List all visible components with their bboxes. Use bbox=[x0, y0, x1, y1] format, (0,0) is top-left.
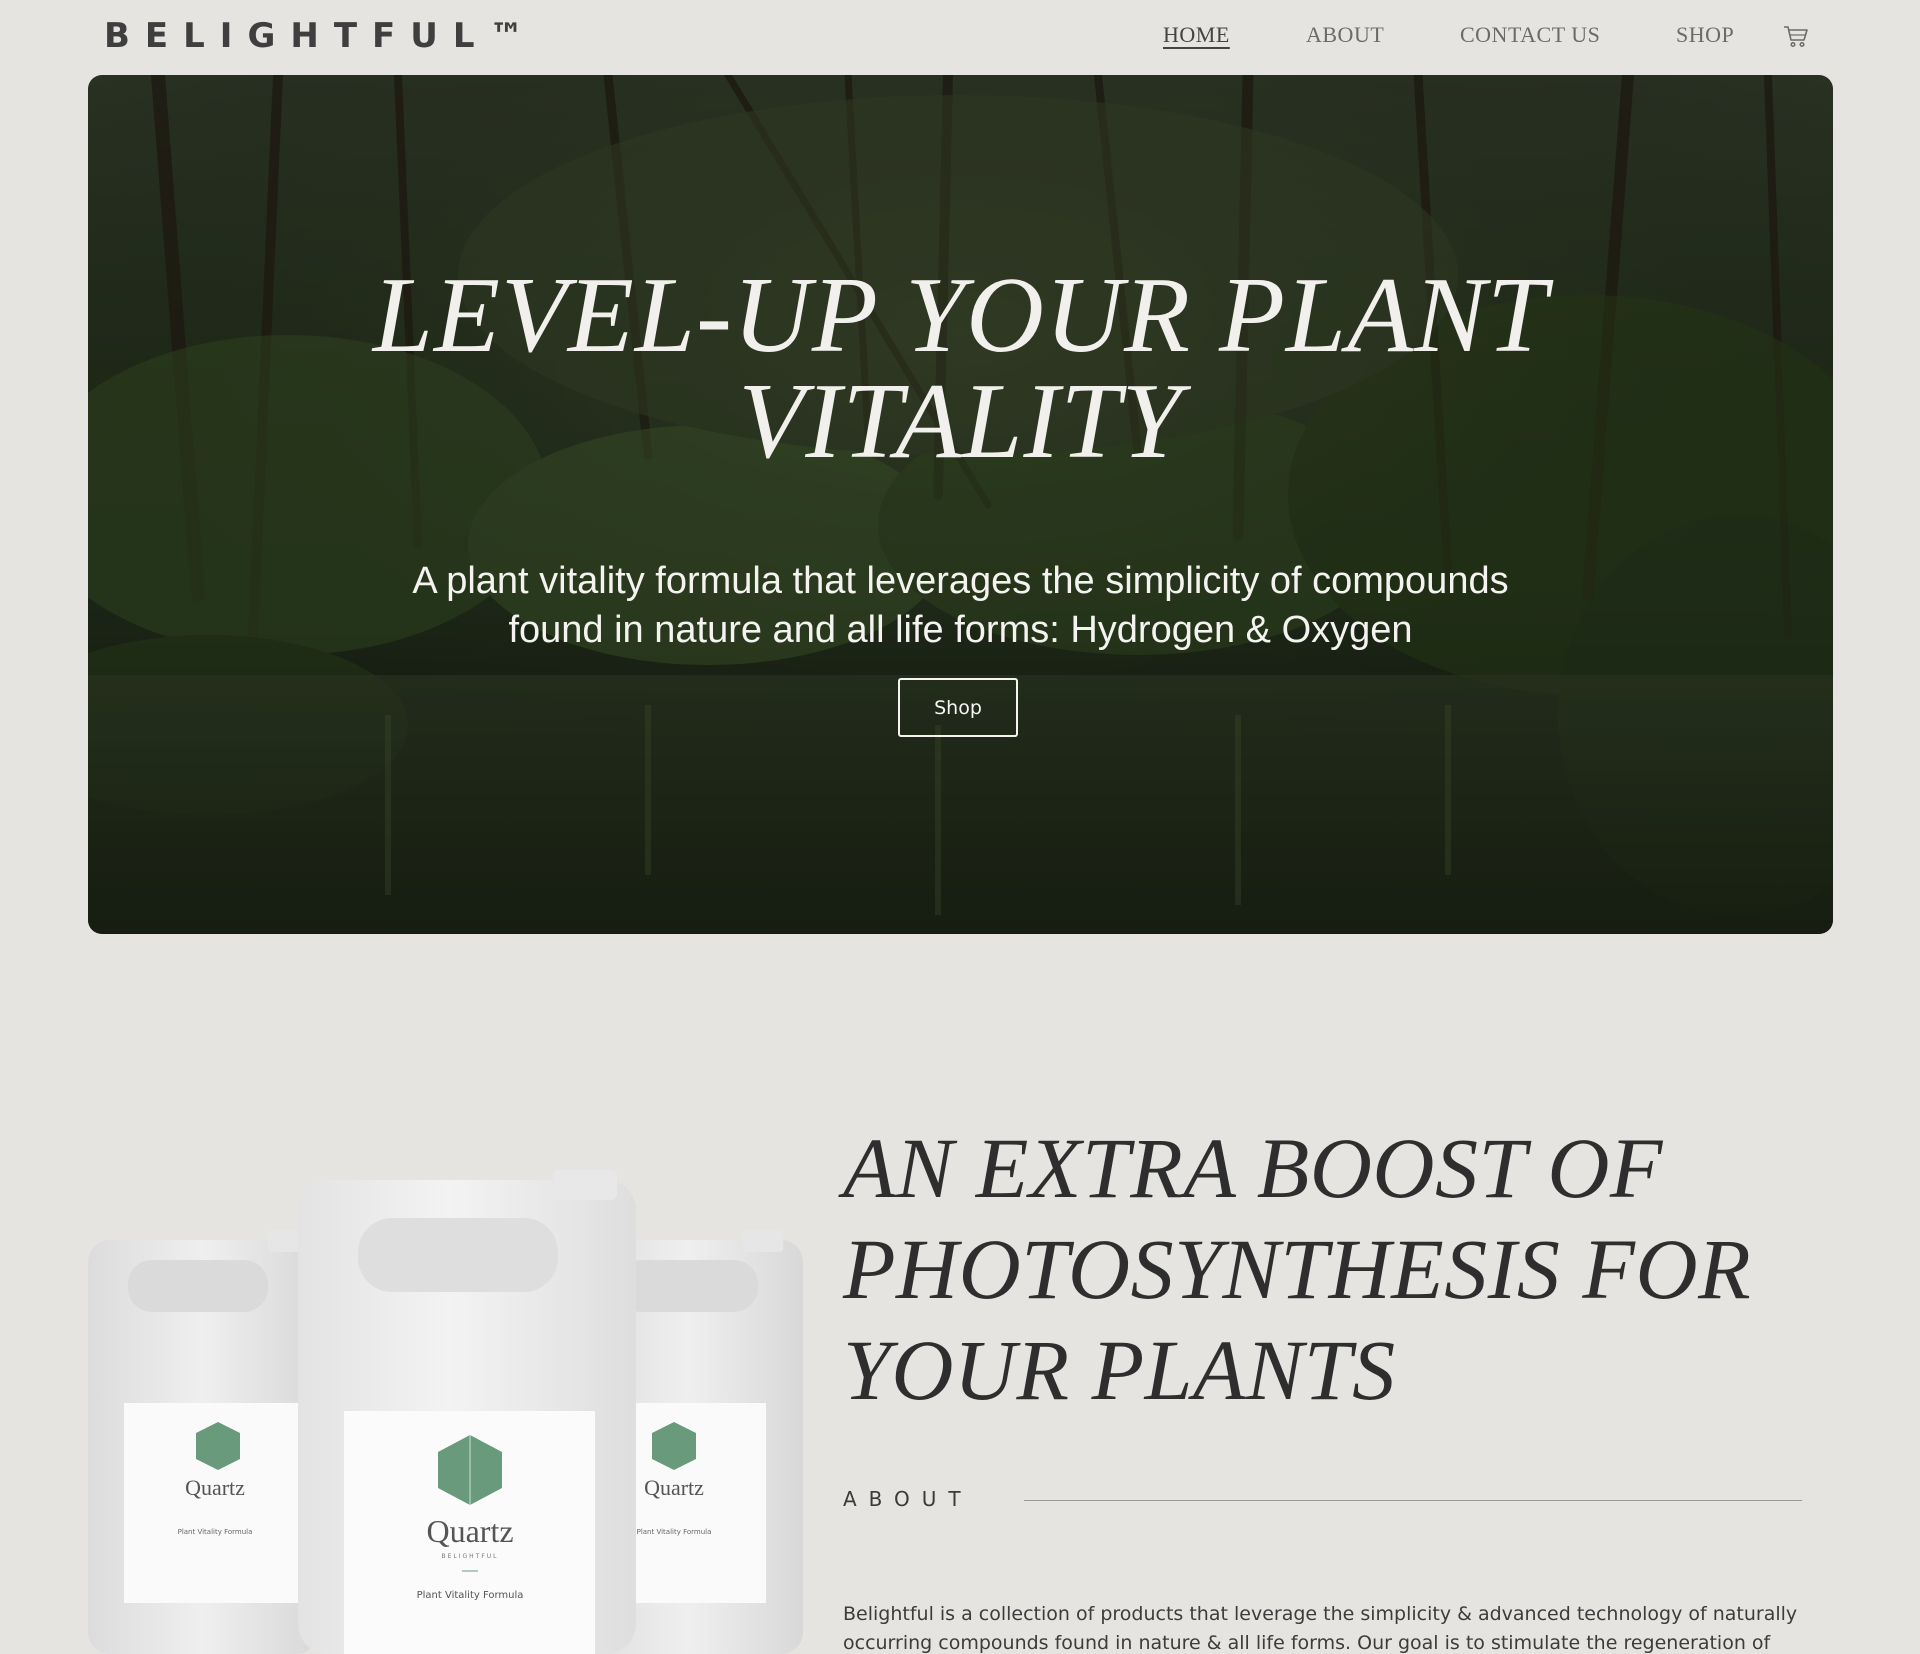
hero-title: LEVEL-UP YOUR PLANT VITALITY bbox=[88, 256, 1833, 481]
hero-title-line-1: LEVEL-UP YOUR PLANT bbox=[372, 256, 1549, 375]
hero-subtitle: A plant vitality formula that leverages … bbox=[88, 557, 1833, 655]
about-section-label: ABOUT bbox=[843, 1487, 973, 1511]
nav-contact-link[interactable]: CONTACT US bbox=[1460, 22, 1600, 48]
nav-home-link[interactable]: HOME bbox=[1163, 22, 1230, 48]
forest-background-image bbox=[88, 75, 1833, 934]
center-jug-product-text: Plant Vitality Formula bbox=[417, 1590, 524, 1601]
right-jug-brand-text: Quartz bbox=[644, 1475, 704, 1500]
about-body-line-1: Belightful is a collection of products t… bbox=[843, 1603, 1798, 1625]
left-jug-brand-text: Quartz bbox=[185, 1475, 245, 1500]
center-jug: Quartz BELIGHTFUL Plant Vitality Formula bbox=[298, 1170, 636, 1654]
about-body-text: Belightful is a collection of products t… bbox=[843, 1600, 1803, 1654]
site-header: BELIGHTFUL™ HOME ABOUT CONTACT US SHOP bbox=[0, 0, 1920, 75]
hero-title-line-2: VITALITY bbox=[738, 362, 1183, 481]
about-body-line-2: occurring compounds found in nature & al… bbox=[843, 1632, 1771, 1654]
brand-logo[interactable]: BELIGHTFUL™ bbox=[104, 16, 539, 56]
about-divider bbox=[1024, 1500, 1802, 1501]
left-jug: Quartz Plant Vitality Formula bbox=[88, 1230, 318, 1654]
hero-shop-button[interactable]: Shop bbox=[898, 678, 1018, 737]
center-jug-brand-text: Quartz bbox=[426, 1513, 513, 1549]
product-jugs-image: Quartz Plant Vitality Formula Quartz Pla… bbox=[88, 1170, 803, 1654]
hero-subtitle-line-2: found in nature and all life forms: Hydr… bbox=[508, 609, 1413, 651]
hero-banner: LEVEL-UP YOUR PLANT VITALITY A plant vit… bbox=[88, 75, 1833, 934]
center-jug-subbrand-text: BELIGHTFUL bbox=[441, 1553, 498, 1560]
about-heading-line-2: PHOTOSYNTHESIS FOR bbox=[843, 1221, 1752, 1317]
left-jug-product-text: Plant Vitality Formula bbox=[178, 1528, 253, 1536]
hero-subtitle-line-1: A plant vitality formula that leverages … bbox=[412, 560, 1509, 602]
cart-icon[interactable] bbox=[1782, 22, 1810, 50]
about-heading-line-3: YOUR PLANTS bbox=[843, 1322, 1396, 1418]
about-heading: AN EXTRA BOOST OF PHOTOSYNTHESIS FOR YOU… bbox=[843, 1118, 1843, 1421]
right-jug-product-text: Plant Vitality Formula bbox=[637, 1528, 712, 1536]
about-heading-line-1: AN EXTRA BOOST OF bbox=[843, 1120, 1663, 1216]
nav-about-link[interactable]: ABOUT bbox=[1306, 22, 1384, 48]
nav-shop-link[interactable]: SHOP bbox=[1676, 22, 1734, 48]
